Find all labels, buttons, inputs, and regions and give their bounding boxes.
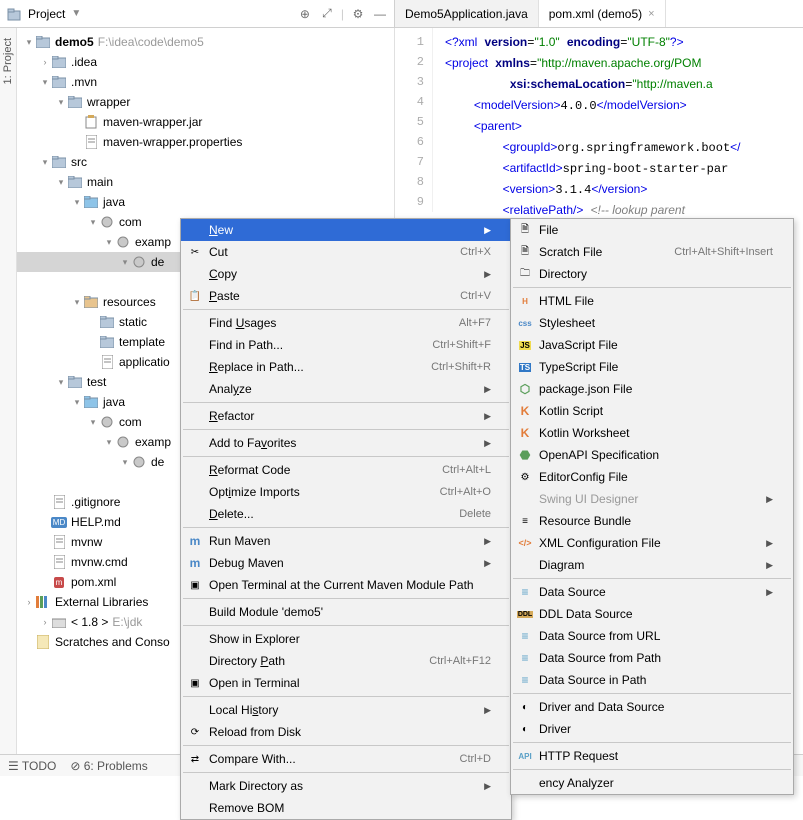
menu-item[interactable]: Copy▶ xyxy=(181,263,511,285)
menu-item[interactable]: Find in Path...Ctrl+Shift+F xyxy=(181,334,511,356)
expand-icon[interactable]: ⤢ xyxy=(319,6,335,22)
menu-item[interactable]: Replace in Path...Ctrl+Shift+R xyxy=(181,356,511,378)
menu-item[interactable]: </>XML Configuration File▶ xyxy=(511,532,793,554)
menu-item[interactable]: DDLDDL Data Source xyxy=(511,603,793,625)
menu-item[interactable]: ≡Resource Bundle xyxy=(511,510,793,532)
menu-item[interactable]: Remove BOM xyxy=(181,797,511,819)
menu-item[interactable]: Directory PathCtrl+Alt+F12 xyxy=(181,650,511,672)
menu-item[interactable]: cssStylesheet xyxy=(511,312,793,334)
tree-node[interactable]: maven-wrapper.properties xyxy=(17,132,394,152)
project-icon xyxy=(6,6,22,22)
menu-item[interactable]: Add to Favorites▶ xyxy=(181,432,511,454)
menu-item[interactable]: HHTML File xyxy=(511,290,793,312)
editor-gutter: 123456789 xyxy=(395,28,433,212)
menu-item[interactable]: ency Analyzer xyxy=(511,772,793,794)
menu-item[interactable]: New▶ xyxy=(181,219,511,241)
left-gutter: 1: Project xyxy=(0,28,17,776)
menu-item[interactable]: ⬡package.json File xyxy=(511,378,793,400)
tree-node[interactable]: maven-wrapper.jar xyxy=(17,112,394,132)
target-icon[interactable]: ⊕ xyxy=(297,6,313,22)
todo-tab[interactable]: ☰ TODO xyxy=(8,759,56,773)
close-icon[interactable]: × xyxy=(648,8,654,20)
project-label[interactable]: Project xyxy=(28,7,65,21)
menu-item[interactable]: mRun Maven▶ xyxy=(181,530,511,552)
menu-item[interactable]: Analyze▶ xyxy=(181,378,511,400)
menu-item[interactable]: Refactor▶ xyxy=(181,405,511,427)
editor-tabs: Demo5Application.java pom.xml (demo5) × xyxy=(395,0,666,27)
menu-item[interactable]: KKotlin Worksheet xyxy=(511,422,793,444)
menu-item[interactable]: KKotlin Script xyxy=(511,400,793,422)
menu-item[interactable]: ◐Driver and Data Source xyxy=(511,696,793,718)
chevron-down-icon[interactable]: ▼ xyxy=(71,8,81,19)
tree-node[interactable]: ▾.mvn xyxy=(17,72,394,92)
menu-item[interactable]: mDebug Maven▶ xyxy=(181,552,511,574)
menu-item[interactable]: Diagram▶ xyxy=(511,554,793,576)
menu-item[interactable]: 🗎Scratch FileCtrl+Alt+Shift+Insert xyxy=(511,241,793,263)
problems-tab[interactable]: ⊘ 6: Problems xyxy=(70,759,147,773)
editor-code[interactable]: <?xml version="1.0" encoding="UTF-8"?> <… xyxy=(445,32,803,221)
menu-item[interactable]: ≡Data Source▶ xyxy=(511,581,793,603)
menu-item[interactable]: ≡Data Source in Path xyxy=(511,669,793,691)
tree-node[interactable]: ▾src xyxy=(17,152,394,172)
tree-node[interactable]: ▾java xyxy=(17,192,394,212)
menu-item[interactable]: Delete...Delete xyxy=(181,503,511,525)
tab-demo5application[interactable]: Demo5Application.java xyxy=(395,0,539,27)
tab-pom-xml[interactable]: pom.xml (demo5) × xyxy=(539,0,666,27)
tree-node[interactable]: ›.idea xyxy=(17,52,394,72)
menu-item[interactable]: ⟳Reload from Disk xyxy=(181,721,511,743)
menu-item[interactable]: ▣Open in Terminal xyxy=(181,672,511,694)
menu-item[interactable]: ≡Data Source from Path xyxy=(511,647,793,669)
menu-item[interactable]: Swing UI Designer▶ xyxy=(511,488,793,510)
menu-item[interactable]: JSJavaScript File xyxy=(511,334,793,356)
new-submenu[interactable]: 🗎File🗎Scratch FileCtrl+Alt+Shift+Insert🗀… xyxy=(510,218,794,795)
menu-item[interactable]: 🗀Directory xyxy=(511,263,793,285)
tree-node[interactable]: ▾demo5F:\idea\code\demo5 xyxy=(17,32,394,52)
sidebar-tab-project[interactable]: 1: Project xyxy=(2,38,14,84)
menu-item[interactable]: ▣Open Terminal at the Current Maven Modu… xyxy=(181,574,511,596)
menu-item[interactable]: Show in Explorer xyxy=(181,628,511,650)
menu-item[interactable]: TSTypeScript File xyxy=(511,356,793,378)
menu-item[interactable]: ⚙EditorConfig File xyxy=(511,466,793,488)
menu-item[interactable]: Find UsagesAlt+F7 xyxy=(181,312,511,334)
tree-node[interactable]: ▾wrapper xyxy=(17,92,394,112)
menu-item[interactable]: 📋PasteCtrl+V xyxy=(181,285,511,307)
menu-item[interactable]: ≡Data Source from URL xyxy=(511,625,793,647)
project-tool-header: Project ▼ ⊕ ⤢ | ⚙ — xyxy=(0,0,395,27)
minimize-icon[interactable]: — xyxy=(372,6,388,22)
menu-item[interactable]: APIHTTP Request xyxy=(511,745,793,767)
menu-item[interactable]: ✂CutCtrl+X xyxy=(181,241,511,263)
gear-icon[interactable]: ⚙ xyxy=(350,6,366,22)
menu-item[interactable]: ◐Driver xyxy=(511,718,793,740)
menu-item[interactable]: Build Module 'demo5' xyxy=(181,601,511,623)
context-menu[interactable]: New▶✂CutCtrl+XCopy▶📋PasteCtrl+V Find Usag… xyxy=(180,218,512,820)
menu-item[interactable]: 🗎File xyxy=(511,219,793,241)
menu-item[interactable]: Mark Directory as▶ xyxy=(181,775,511,797)
tree-node[interactable]: ▾main xyxy=(17,172,394,192)
menu-item[interactable]: Local History▶ xyxy=(181,699,511,721)
menu-item[interactable]: Optimize ImportsCtrl+Alt+O xyxy=(181,481,511,503)
menu-item[interactable]: ⇄Compare With...Ctrl+D xyxy=(181,748,511,770)
menu-item[interactable]: ⬣OpenAPI Specification xyxy=(511,444,793,466)
menu-item[interactable]: Reformat CodeCtrl+Alt+L xyxy=(181,459,511,481)
